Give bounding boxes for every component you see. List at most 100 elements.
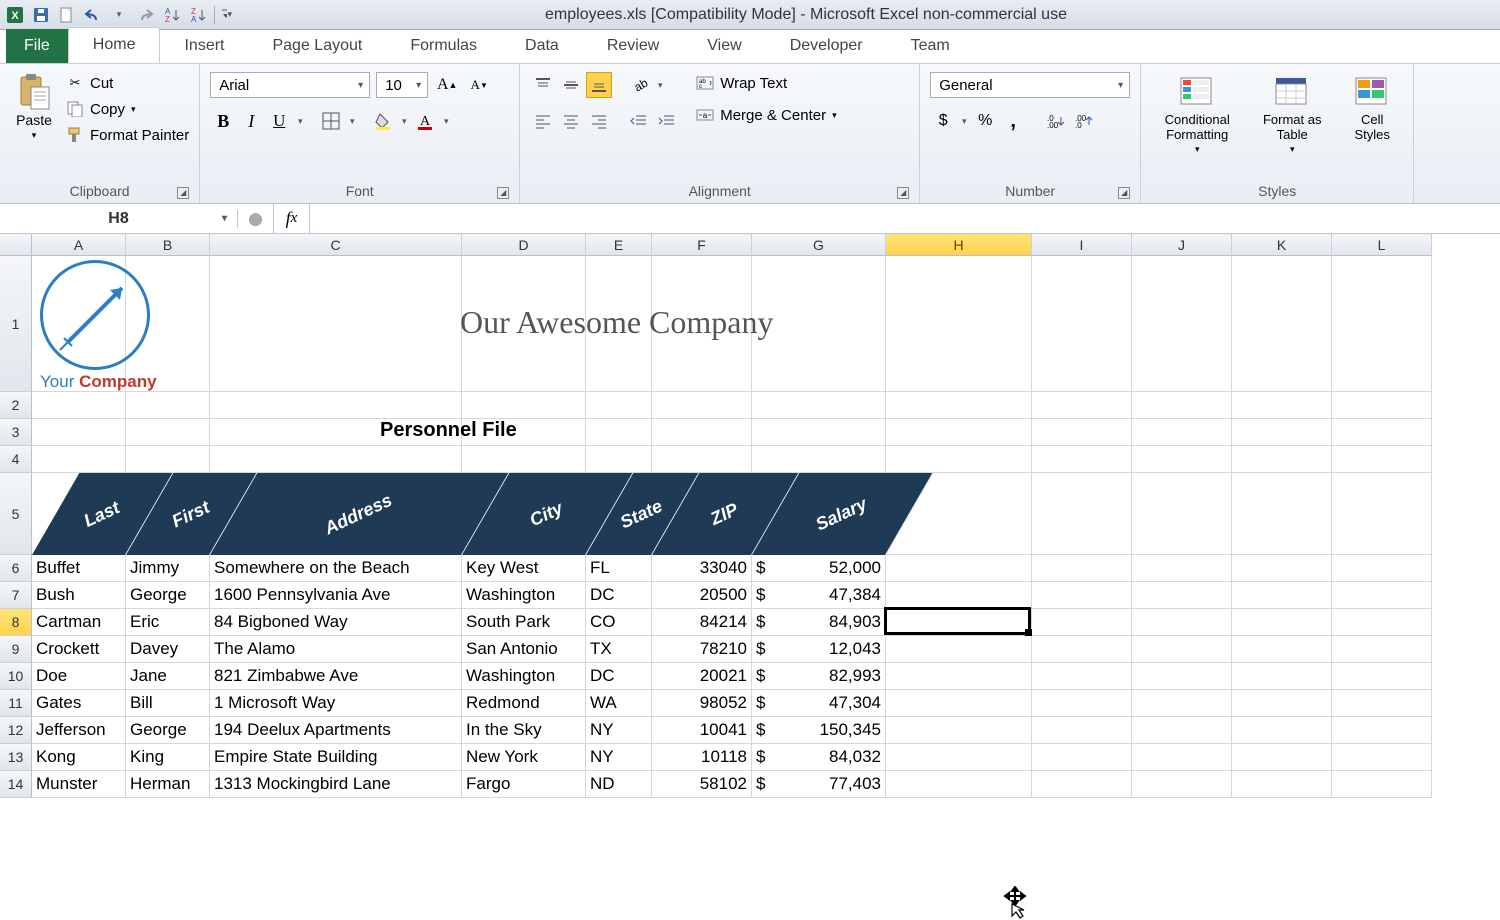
align-left-icon[interactable]	[530, 108, 556, 134]
cell[interactable]: Buffet	[32, 555, 126, 582]
paste-dropdown-icon[interactable]: ▾	[32, 130, 37, 141]
cell[interactable]: Key West	[462, 555, 586, 582]
cell[interactable]: $150,345	[752, 717, 886, 744]
cell[interactable]	[886, 256, 1032, 392]
tab-insert[interactable]: Insert	[160, 29, 248, 63]
row-header[interactable]: 4	[0, 446, 32, 473]
cell[interactable]	[1132, 609, 1232, 636]
shrink-font-icon[interactable]: A▼	[466, 72, 492, 98]
align-middle-icon[interactable]	[558, 72, 584, 98]
borders-icon[interactable]	[318, 108, 344, 134]
dialog-launcher-icon[interactable]: ◢	[177, 187, 189, 199]
cell[interactable]	[1132, 690, 1232, 717]
select-all-corner[interactable]	[0, 234, 32, 256]
cell[interactable]	[1332, 744, 1432, 771]
underline-dropdown[interactable]	[294, 108, 306, 134]
cell[interactable]	[462, 392, 586, 419]
cell[interactable]	[886, 446, 1032, 473]
cell[interactable]	[1232, 473, 1332, 555]
cell[interactable]: Crockett	[32, 636, 126, 663]
cell[interactable]: 10118	[652, 744, 752, 771]
cell[interactable]: 84214	[652, 609, 752, 636]
increase-indent-icon[interactable]	[654, 108, 680, 134]
align-right-icon[interactable]	[586, 108, 612, 134]
column-header[interactable]: G	[752, 234, 886, 256]
cell[interactable]	[1232, 717, 1332, 744]
cell[interactable]	[586, 446, 652, 473]
cell[interactable]: Redmond	[462, 690, 586, 717]
cell[interactable]	[886, 690, 1032, 717]
cell[interactable]	[1132, 717, 1232, 744]
cell[interactable]	[1132, 256, 1232, 392]
conditional-formatting-button[interactable]: Conditional Formatting ▾	[1151, 72, 1243, 157]
cell[interactable]	[32, 419, 126, 446]
new-icon[interactable]	[58, 6, 76, 24]
cell[interactable]	[652, 392, 752, 419]
cell[interactable]	[1132, 392, 1232, 419]
row-header[interactable]: 10	[0, 663, 32, 690]
tab-data[interactable]: Data	[501, 29, 583, 63]
column-header[interactable]: L	[1332, 234, 1432, 256]
cell[interactable]: 1313 Mockingbird Lane	[210, 771, 462, 798]
insert-function-icon[interactable]: fx	[274, 204, 310, 233]
cell[interactable]: 1600 Pennsylvania Ave	[210, 582, 462, 609]
align-center-icon[interactable]	[558, 108, 584, 134]
cell[interactable]: $84,903	[752, 609, 886, 636]
column-header[interactable]: A	[32, 234, 126, 256]
font-name-combo[interactable]: Arial	[210, 72, 370, 98]
cell[interactable]	[1032, 446, 1132, 473]
merge-dropdown-icon[interactable]: ▾	[832, 110, 837, 121]
cell[interactable]	[652, 419, 752, 446]
cell[interactable]	[1232, 690, 1332, 717]
tab-file[interactable]: File	[6, 29, 68, 63]
cell[interactable]	[1332, 392, 1432, 419]
cell[interactable]: Jimmy	[126, 555, 210, 582]
cell[interactable]	[126, 446, 210, 473]
cell[interactable]: Cartman	[32, 609, 126, 636]
cell[interactable]: Munster	[32, 771, 126, 798]
row-header[interactable]: 6	[0, 555, 32, 582]
cell[interactable]	[886, 419, 1032, 446]
cell[interactable]	[586, 392, 652, 419]
cell[interactable]	[886, 771, 1032, 798]
cell[interactable]: Gates	[32, 690, 126, 717]
cell[interactable]: 98052	[652, 690, 752, 717]
cell[interactable]	[886, 582, 1032, 609]
column-header[interactable]: I	[1032, 234, 1132, 256]
cell[interactable]: Jane	[126, 663, 210, 690]
cell[interactable]: 33040	[652, 555, 752, 582]
cell[interactable]: CO	[586, 609, 652, 636]
font-size-combo[interactable]: 10	[376, 72, 428, 98]
row-header[interactable]: 1	[0, 256, 32, 392]
accounting-format-icon[interactable]: $	[930, 108, 956, 134]
cell[interactable]: 20500	[652, 582, 752, 609]
cell[interactable]	[1032, 744, 1132, 771]
cell[interactable]: 194 Deelux Apartments	[210, 717, 462, 744]
copy-button[interactable]: Copy ▾	[66, 98, 189, 120]
cut-button[interactable]: ✂ Cut	[66, 72, 189, 94]
cell[interactable]	[1332, 663, 1432, 690]
cell[interactable]	[886, 555, 1032, 582]
cell[interactable]	[1032, 636, 1132, 663]
cell[interactable]: 84 Bigboned Way	[210, 609, 462, 636]
dialog-launcher-icon[interactable]: ◢	[1118, 187, 1130, 199]
cell[interactable]	[752, 392, 886, 419]
cell[interactable]	[1332, 609, 1432, 636]
cell[interactable]: South Park	[462, 609, 586, 636]
save-icon[interactable]	[32, 6, 50, 24]
column-header[interactable]: D	[462, 234, 586, 256]
row-header[interactable]: 13	[0, 744, 32, 771]
tab-view[interactable]: View	[683, 29, 765, 63]
cell[interactable]: King	[126, 744, 210, 771]
cell[interactable]	[126, 419, 210, 446]
cell[interactable]: 1 Microsoft Way	[210, 690, 462, 717]
cancel-formula-icon[interactable]: ⬤	[238, 204, 274, 233]
cell[interactable]: Somewhere on the Beach	[210, 555, 462, 582]
row-header[interactable]: 11	[0, 690, 32, 717]
cell[interactable]	[210, 446, 462, 473]
cell[interactable]	[1032, 717, 1132, 744]
cell[interactable]: Washington	[462, 582, 586, 609]
cell[interactable]: The Alamo	[210, 636, 462, 663]
sort-asc-icon[interactable]: AZ	[162, 6, 180, 24]
cell[interactable]	[1332, 473, 1432, 555]
